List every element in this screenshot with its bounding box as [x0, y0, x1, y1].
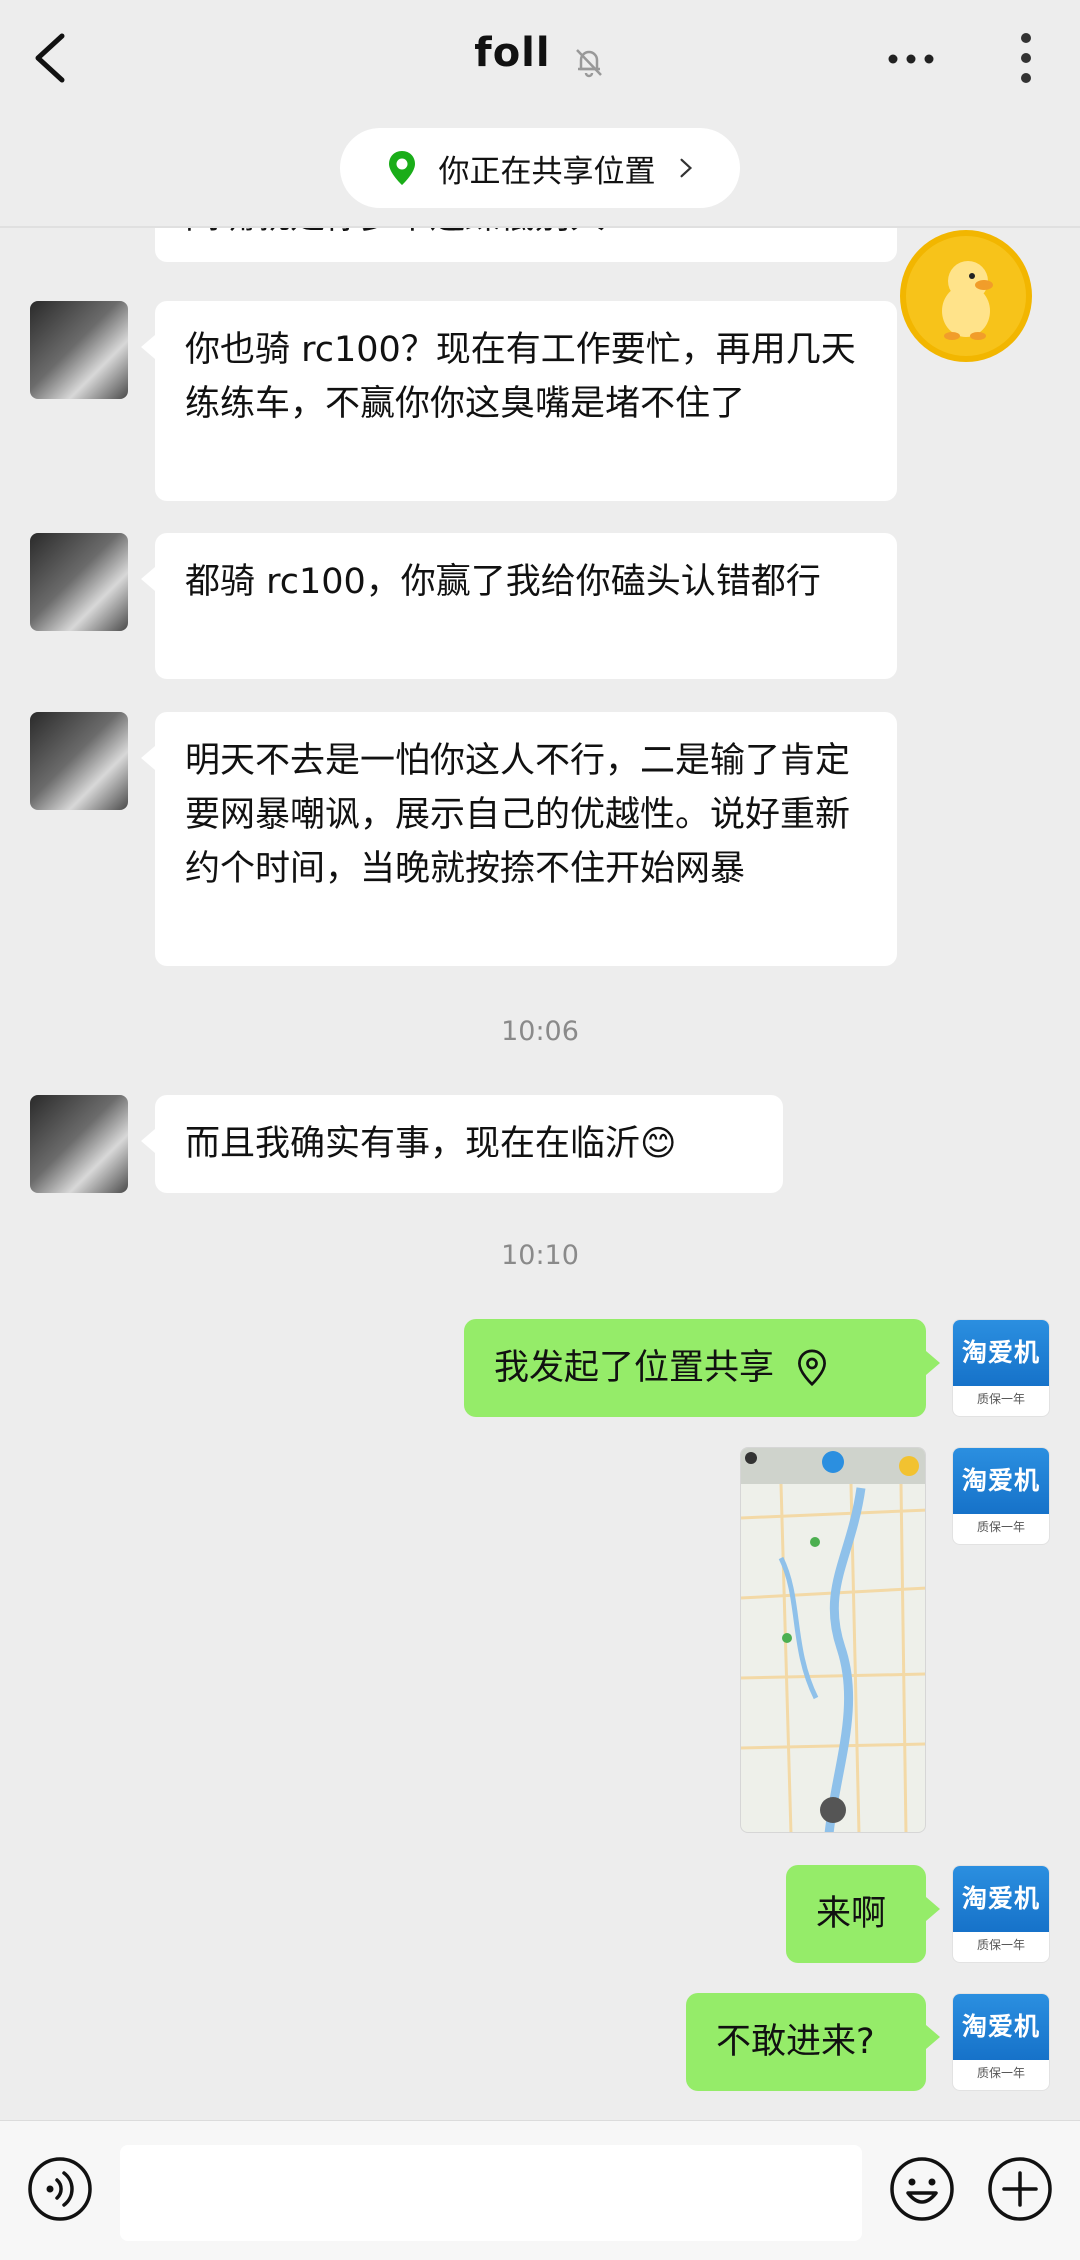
avatar[interactable] [30, 712, 128, 810]
map-icon [741, 1448, 925, 1832]
my-avatar[interactable]: 淘爱机 质保一年 [952, 1319, 1050, 1417]
plus-circle-icon[interactable] [986, 2155, 1054, 2223]
message-bubble[interactable]: 闭嘴就是你多半遛躁低别人 [155, 228, 897, 262]
my-avatar[interactable]: 淘爱机 质保一年 [952, 1447, 1050, 1545]
location-share-pill[interactable]: 你正在共享位置 [340, 128, 740, 208]
my-avatar[interactable]: 淘爱机 质保一年 [952, 1993, 1050, 2091]
more-vertical-icon[interactable] [1012, 30, 1040, 86]
share-banner-text: 你正在共享位置 [438, 153, 656, 190]
voice-icon[interactable] [26, 2155, 94, 2223]
message-bubble[interactable]: 来啊 [786, 1865, 940, 1963]
map-screenshot-image[interactable] [740, 1447, 926, 1833]
location-pin-icon [388, 151, 415, 185]
message-bubble[interactable]: 不敢进来? [686, 1993, 940, 2091]
message-bubble[interactable]: 都骑 rc100，你赢了我给你磕头认错都行 [141, 533, 897, 679]
timestamp: 10:10 [501, 1240, 579, 1271]
location-outline-icon [798, 1349, 826, 1387]
more-horizontal-icon[interactable] [886, 52, 936, 66]
duck-icon [942, 261, 993, 340]
share-banner-area: 你正在共享位置 [0, 118, 1080, 228]
input-bar [0, 2120, 1080, 2260]
top-bar: foll [0, 0, 1080, 118]
chat-title: foll [474, 30, 551, 76]
message-input[interactable] [120, 2145, 862, 2241]
message-bubble[interactable]: 你也骑 rc100？现在有工作要忙，再用几天练练车，不赢你你这臭嘴是堵不住了 [141, 301, 897, 501]
sticker-image[interactable] [900, 230, 1032, 362]
message-bubble[interactable]: 明天不去是一怕你这人不行，二是输了肯定要网暴嘲讽，展示自己的优越性。说好重新约个… [141, 712, 897, 966]
timestamp: 10:06 [501, 1016, 579, 1047]
location-share-message[interactable]: 我发起了位置共享 [464, 1319, 940, 1417]
message-bubble[interactable]: 而且我确实有事，现在在临沂😊 [141, 1095, 783, 1193]
chevron-right-icon [679, 158, 692, 178]
avatar[interactable] [30, 533, 128, 631]
chat-area[interactable]: 闭嘴就是你多半遛躁低别人 你也骑 rc100？现在有工作要忙，再用几天练练车，不… [0, 228, 1080, 2118]
avatar[interactable] [30, 1095, 128, 1193]
my-avatar[interactable]: 淘爱机 质保一年 [952, 1865, 1050, 1963]
emoji-icon[interactable] [888, 2155, 956, 2223]
bell-off-icon [575, 48, 602, 77]
avatar[interactable] [30, 301, 128, 399]
